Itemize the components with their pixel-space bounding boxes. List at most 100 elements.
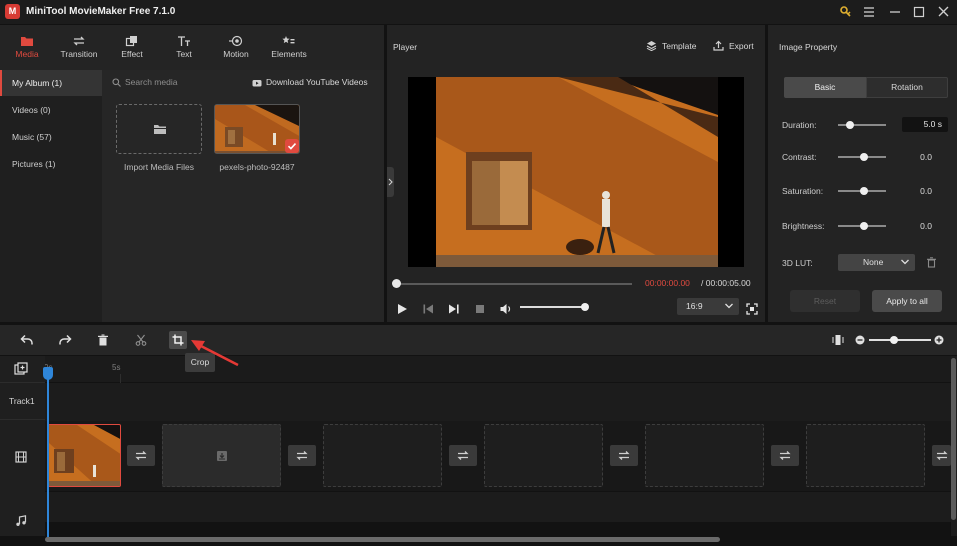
apply-to-all-button[interactable]: Apply to all xyxy=(872,290,942,312)
empty-clip-slot[interactable] xyxy=(323,424,442,487)
property-title: Image Property xyxy=(779,42,838,52)
menu-icon[interactable] xyxy=(858,3,880,21)
aspect-ratio-select[interactable]: 16:9 xyxy=(677,298,739,315)
transition-slot[interactable] xyxy=(288,445,316,466)
horizontal-scrollbar[interactable] xyxy=(45,537,720,542)
empty-clip-slot[interactable] xyxy=(162,424,281,487)
redo-icon[interactable] xyxy=(56,331,74,349)
empty-clip-slot[interactable] xyxy=(806,424,925,487)
minimize-icon[interactable] xyxy=(884,3,906,21)
clip-thumbnail xyxy=(49,425,120,486)
sidebar-item-pictures[interactable]: Pictures (1) xyxy=(0,151,102,177)
track1-header: Track1 xyxy=(0,382,45,420)
time-ruler[interactable] xyxy=(0,356,951,382)
fit-timeline-icon[interactable] xyxy=(832,333,844,347)
track1-row xyxy=(0,383,951,421)
transition-icon xyxy=(779,451,791,460)
stop-icon[interactable] xyxy=(473,302,487,316)
ruler-tick-5: 5s xyxy=(112,363,121,372)
brightness-value: 0.0 xyxy=(920,221,932,231)
zoom-out-icon[interactable] xyxy=(855,335,865,345)
transition-slot[interactable] xyxy=(771,445,799,466)
export-label: Export xyxy=(729,40,754,51)
contrast-handle[interactable] xyxy=(860,153,868,161)
empty-clip-slot[interactable] xyxy=(645,424,764,487)
timeline-clip[interactable] xyxy=(48,424,121,487)
undo-icon[interactable] xyxy=(18,331,36,349)
playhead-handle[interactable] xyxy=(43,367,53,380)
aspect-ratio-value: 16:9 xyxy=(686,301,703,311)
clip-name: pexels-photo-92487 xyxy=(219,162,295,172)
tab-effect[interactable]: Effect xyxy=(108,33,156,59)
transition-icon xyxy=(296,451,308,460)
trash-icon[interactable] xyxy=(926,257,937,268)
zoom-slider[interactable] xyxy=(869,339,931,341)
transition-slot[interactable] xyxy=(610,445,638,466)
add-track-icon[interactable] xyxy=(14,362,28,376)
maximize-icon[interactable] xyxy=(908,3,930,21)
fullscreen-icon[interactable] xyxy=(745,302,759,316)
current-time: 00:00:00.00 xyxy=(645,278,690,288)
lut-select[interactable]: None xyxy=(838,254,915,271)
scrubber-handle[interactable] xyxy=(392,279,401,288)
tab-text[interactable]: Text xyxy=(160,33,208,59)
transition-icon xyxy=(618,451,630,460)
sidebar-item-my-album[interactable]: My Album (1) xyxy=(0,70,102,96)
selected-check-icon xyxy=(285,139,299,153)
key-icon[interactable] xyxy=(835,3,857,21)
chevron-down-icon xyxy=(900,254,910,271)
brightness-handle[interactable] xyxy=(860,222,868,230)
timeline-toolbar xyxy=(0,325,957,355)
playhead[interactable] xyxy=(47,370,49,542)
volume-handle[interactable] xyxy=(581,303,589,311)
chevron-down-icon xyxy=(724,298,734,315)
close-icon[interactable] xyxy=(933,3,955,21)
download-youtube-button[interactable]: Download YouTube Videos xyxy=(252,74,378,90)
sidebar-item-videos[interactable]: Videos (0) xyxy=(0,97,102,123)
total-time: / 00:00:05.00 xyxy=(701,278,751,288)
volume-slider[interactable] xyxy=(520,306,585,308)
vertical-scrollbar[interactable] xyxy=(951,358,956,520)
transition-slot[interactable] xyxy=(932,445,951,466)
folder-icon xyxy=(153,123,167,135)
play-icon[interactable] xyxy=(395,302,409,316)
audio-track xyxy=(0,492,951,522)
template-button[interactable]: Template xyxy=(646,40,697,51)
zoom-handle[interactable] xyxy=(890,336,898,344)
album-sidebar: My Album (1) Videos (0) Music (57) Pictu… xyxy=(0,70,102,322)
duration-input[interactable]: 5.0 s xyxy=(902,117,948,132)
lut-label: 3D LUT: xyxy=(782,258,813,268)
saturation-label: Saturation: xyxy=(782,186,824,196)
empty-clip-slot[interactable] xyxy=(484,424,603,487)
transition-slot[interactable] xyxy=(449,445,477,466)
download-icon xyxy=(252,78,262,87)
duration-handle[interactable] xyxy=(846,121,854,129)
zoom-in-icon[interactable] xyxy=(934,335,944,345)
text-icon xyxy=(160,33,208,49)
transition-icon xyxy=(935,451,948,460)
search-input[interactable]: Search media xyxy=(112,74,232,90)
tab-basic[interactable]: Basic xyxy=(784,77,866,98)
app-logo: M xyxy=(5,4,20,19)
import-media-button[interactable] xyxy=(116,104,202,154)
tab-elements[interactable]: Elements xyxy=(265,33,313,59)
tab-motion[interactable]: Motion xyxy=(212,33,260,59)
previous-frame-icon[interactable] xyxy=(421,302,435,316)
collapse-panel-button[interactable] xyxy=(387,167,394,197)
tab-transition[interactable]: Transition xyxy=(55,33,103,59)
progress-scrubber[interactable] xyxy=(396,283,632,285)
sidebar-item-music[interactable]: Music (57) xyxy=(0,124,102,150)
export-button[interactable]: Export xyxy=(713,40,754,51)
volume-icon[interactable] xyxy=(499,302,513,316)
transition-slot[interactable] xyxy=(127,445,155,466)
saturation-handle[interactable] xyxy=(860,187,868,195)
tab-media[interactable]: Media xyxy=(3,33,51,59)
reset-button[interactable]: Reset xyxy=(790,290,860,312)
tab-rotation[interactable]: Rotation xyxy=(866,77,948,98)
split-icon[interactable] xyxy=(132,331,150,349)
next-frame-icon[interactable] xyxy=(447,302,461,316)
lut-value: None xyxy=(863,257,884,267)
delete-icon[interactable] xyxy=(94,331,112,349)
annotation-arrow xyxy=(191,340,239,367)
tab-label: Media xyxy=(15,49,39,59)
